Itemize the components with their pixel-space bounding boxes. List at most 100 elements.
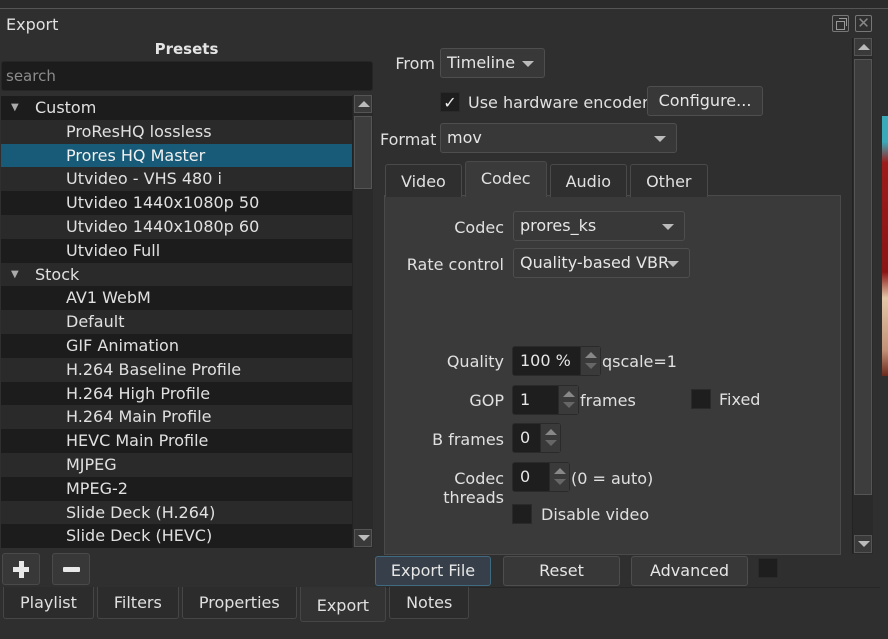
scroll-up-button[interactable] [354, 95, 372, 113]
tab-codec[interactable]: Codec [464, 161, 547, 197]
format-select[interactable]: mov [440, 123, 677, 153]
preset-item[interactable]: H.264 High Profile [1, 381, 352, 406]
advanced-button[interactable]: Advanced [631, 556, 748, 586]
dock-tab-properties[interactable]: Properties [181, 587, 297, 619]
preset-item-label: Slide Deck (H.264) [66, 502, 216, 522]
rate-control-value: Quality-based VBR [520, 253, 670, 272]
dock-tab-export[interactable]: Export [299, 587, 387, 622]
preset-item-label: MJPEG [66, 454, 117, 474]
preset-item[interactable]: Slide Deck (H.264) [1, 500, 352, 525]
rate-control-select[interactable]: Quality-based VBR [513, 248, 690, 278]
tab-other[interactable]: Other [630, 164, 708, 197]
plus-icon-v [19, 561, 24, 578]
quality-label: Quality [446, 352, 504, 371]
preset-item[interactable]: Utvideo Full [1, 238, 352, 263]
preset-item[interactable]: H.264 Main Profile [1, 405, 352, 430]
spin-arrows[interactable] [540, 424, 560, 452]
spin-arrows[interactable] [558, 386, 578, 414]
preset-item[interactable]: Prores HQ Master [1, 143, 352, 168]
codec-label: Codec [454, 218, 504, 237]
spin-arrows[interactable] [580, 347, 600, 375]
bframes-value: 0 [520, 428, 531, 447]
configure-button[interactable]: Configure... [647, 86, 763, 116]
codec-threads-suffix: (0 = auto) [571, 469, 654, 488]
codec-threads-spinbox[interactable]: 0 [512, 462, 570, 492]
preset-group-custom[interactable]: ▼ Custom [1, 96, 352, 120]
gop-spinbox[interactable]: 1 [512, 385, 579, 415]
disable-video-checkbox[interactable] [512, 504, 532, 524]
preset-item-label: Utvideo - VHS 480 i [66, 169, 222, 189]
codec-select[interactable]: prores_ks [513, 211, 685, 241]
quality-value: 100 % [520, 351, 571, 370]
export-scrollbar[interactable] [852, 38, 873, 554]
preset-item-label: H.264 Baseline Profile [66, 359, 242, 379]
preset-item[interactable]: ProResHQ lossless [1, 119, 352, 144]
preset-item-label: H.264 Main Profile [66, 407, 212, 427]
scroll-up-button[interactable] [854, 38, 872, 56]
format-value: mov [447, 128, 482, 147]
preset-item[interactable]: Utvideo 1440x1080p 60 [1, 214, 352, 239]
fixed-gop-checkbox[interactable] [691, 389, 711, 409]
preset-item[interactable]: H.264 Baseline Profile [1, 357, 352, 382]
dock-tabs: Playlist Filters Properties Export Notes [3, 587, 470, 622]
presets-tree[interactable]: ▼ Custom ProResHQ lossless Prores HQ Master… [1, 96, 352, 548]
dock-tab-notes[interactable]: Notes [389, 587, 470, 619]
gop-suffix: frames [580, 391, 636, 410]
dock-tab-playlist[interactable]: Playlist [3, 587, 94, 619]
preset-group-label: Stock [35, 264, 80, 284]
preset-item[interactable]: Slide Deck (HEVC) [1, 524, 352, 548]
disable-video-label: Disable video [541, 505, 650, 524]
presets-search-input[interactable] [1, 61, 373, 91]
advanced-toggle-checkbox[interactable] [758, 558, 778, 578]
reset-button[interactable]: Reset [503, 556, 620, 586]
scroll-thumb[interactable] [854, 59, 872, 495]
preset-group-label: Custom [35, 98, 97, 117]
tab-audio[interactable]: Audio [549, 164, 628, 197]
preset-group-stock[interactable]: ▼ Stock [1, 262, 352, 287]
preset-item[interactable]: HEVC Main Profile [1, 429, 352, 453]
preset-item[interactable]: Default [1, 310, 352, 334]
scroll-down-button[interactable] [854, 535, 872, 553]
spin-arrows[interactable] [549, 463, 569, 491]
preset-item[interactable]: AV1 WebM [1, 286, 352, 311]
preset-item-label: MPEG-2 [66, 478, 128, 498]
bframes-spinbox[interactable]: 0 [512, 423, 561, 453]
preset-item[interactable]: Utvideo 1440x1080p 50 [1, 191, 352, 215]
preset-item[interactable]: Utvideo - VHS 480 i [1, 167, 352, 192]
preset-item[interactable]: MJPEG [1, 452, 352, 477]
expand-arrow-icon[interactable]: ▼ [1, 96, 35, 120]
preset-item-label: Utvideo 1440x1080p 60 [66, 216, 260, 236]
preset-item-label: Utvideo 1440x1080p 50 [66, 193, 260, 213]
preset-item[interactable]: MPEG-2 [1, 476, 352, 501]
hardware-encoder-label: Use hardware encoder [468, 93, 649, 112]
dock-tab-filters[interactable]: Filters [96, 587, 179, 619]
close-icon[interactable]: ✕ [855, 15, 872, 32]
preset-item-label: Utvideo Full [66, 240, 161, 260]
hardware-encoder-checkbox[interactable]: ✓ [440, 92, 460, 112]
preset-item-label: HEVC Main Profile [66, 431, 209, 451]
presets-title: Presets [154, 40, 219, 58]
preset-item-label: Slide Deck (HEVC) [66, 526, 213, 546]
presets-scrollbar[interactable] [352, 95, 373, 548]
float-icon[interactable] [832, 15, 849, 32]
scroll-thumb[interactable] [354, 116, 372, 189]
quality-suffix: qscale=1 [602, 352, 677, 371]
remove-preset-button[interactable] [52, 553, 90, 585]
preset-item-label: GIF Animation [66, 335, 179, 355]
from-select[interactable]: Timeline [440, 48, 545, 78]
add-preset-button[interactable] [2, 553, 40, 585]
from-label: From [395, 54, 435, 73]
codec-value: prores_ks [520, 216, 597, 235]
chevron-down-icon [667, 261, 679, 267]
dock-title: Export [6, 15, 59, 34]
scroll-down-button[interactable] [354, 529, 372, 547]
expand-arrow-icon[interactable]: ▼ [1, 263, 35, 287]
preset-item-label: Prores HQ Master [66, 145, 206, 165]
preset-item-label: Default [66, 312, 125, 332]
gop-label: GOP [469, 391, 504, 410]
preset-item[interactable]: GIF Animation [1, 333, 352, 358]
quality-spinbox[interactable]: 100 % [512, 346, 601, 376]
tab-video[interactable]: Video [385, 164, 462, 197]
minus-icon [63, 567, 80, 572]
export-file-button[interactable]: Export File [375, 556, 491, 586]
